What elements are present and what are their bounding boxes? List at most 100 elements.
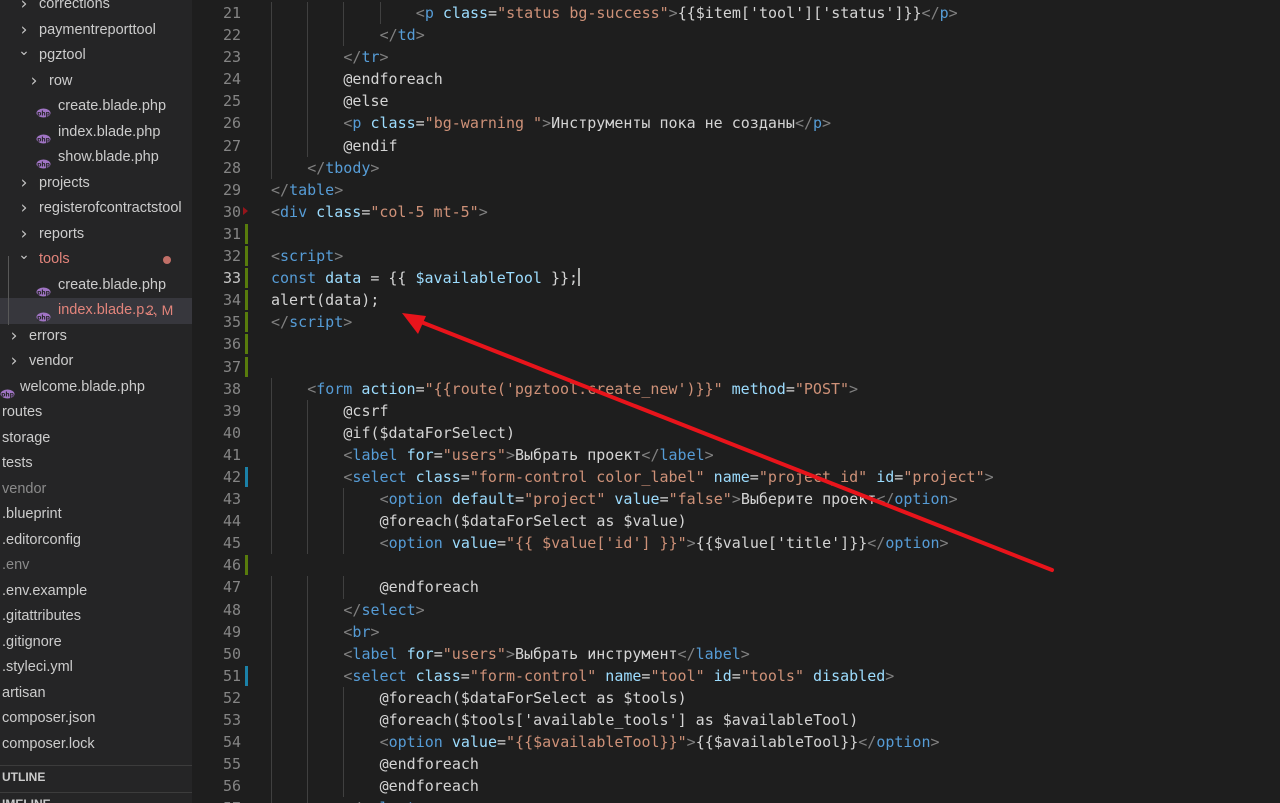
svg-text:php: php [37, 136, 51, 143]
file-item[interactable]: php show.blade.php [0, 145, 192, 171]
file-item[interactable]: routes [0, 400, 192, 426]
line-number: 22 [222, 26, 241, 45]
code-line[interactable]: 46 [192, 554, 1280, 576]
code-line[interactable]: 32 <script> [192, 245, 1280, 267]
code-line[interactable]: 39 @csrf [192, 399, 1280, 422]
code-line[interactable]: 28 </tbody> [192, 156, 1280, 179]
line-number: 50 [222, 644, 241, 663]
folder-item[interactable]: ⌄ pgztool [0, 43, 192, 69]
code-line[interactable]: 24 @endforeach [192, 68, 1280, 91]
code-text: const data = {{ $availableTool }}; [271, 268, 581, 288]
code-line[interactable]: 23 </tr> [192, 46, 1280, 69]
tree-item-label: .gitignore [2, 633, 62, 650]
file-item[interactable]: .styleci.yml [0, 655, 192, 681]
code-line[interactable]: 35 </script> [192, 311, 1280, 333]
timeline-panel-header[interactable]: IMELINE [0, 792, 192, 803]
code-line[interactable]: 47 @endforeach [192, 576, 1280, 599]
line-number: 55 [222, 755, 241, 774]
code-line[interactable]: 36 [192, 333, 1280, 355]
folder-item[interactable]: ⌄ tools [0, 247, 192, 273]
git-gutter-add-marker [245, 290, 248, 311]
code-line[interactable]: 21 <p class="status bg-success">{{$item['… [192, 2, 1280, 25]
indent-guide [271, 620, 272, 643]
outline-panel-header[interactable]: UTLINE [0, 765, 192, 787]
code-line[interactable]: 55 @endforeach [192, 753, 1280, 776]
code-line[interactable]: 50 <label for="users">Выбрать инструмент<… [192, 642, 1280, 665]
code-line[interactable]: 30 <div class="col-5 mt-5"> [192, 201, 1280, 223]
code-line[interactable]: 56 @endforeach [192, 775, 1280, 798]
code-line[interactable]: 27 @endif [192, 134, 1280, 157]
code-line[interactable]: 31 [192, 223, 1280, 245]
chevron-right-icon: › [20, 172, 28, 193]
code-line[interactable]: 34 alert(data); [192, 289, 1280, 311]
code-line[interactable]: 54 <option value="{{$availableTool}}">{{$… [192, 731, 1280, 754]
file-item[interactable]: storage [0, 426, 192, 452]
tree-item-label: storage [2, 429, 51, 446]
file-item[interactable]: .gitignore [0, 630, 192, 656]
indent-guide [307, 642, 309, 665]
code-text: alert(data); [271, 291, 380, 310]
code-line[interactable]: 22 </td> [192, 24, 1280, 47]
folder-item[interactable]: › vendor [0, 349, 192, 375]
code-text: <label for="users">Выбрать проект</label… [343, 445, 714, 464]
file-item[interactable]: .gitattributes [0, 604, 192, 630]
code-line[interactable]: 38 <form action="{{route('pgztool.create_… [192, 377, 1280, 400]
code-line[interactable]: 33 const data = {{ $availableTool }}; [192, 267, 1280, 289]
svg-text:php: php [1, 391, 15, 398]
code-line[interactable]: 44 @foreach($dataForSelect as $value) [192, 510, 1280, 533]
tree-item-label: .styleci.yml [2, 659, 73, 675]
code-line[interactable]: 49 <br> [192, 620, 1280, 643]
file-item[interactable]: .blueprint [0, 502, 192, 528]
code-line[interactable]: 52 @foreach($dataForSelect as $tools) [192, 686, 1280, 709]
code-line[interactable]: 41 <label for="users">Выбрать проект</lab… [192, 443, 1280, 466]
chevron-right-icon: › [30, 70, 38, 91]
code-line[interactable]: 29 </table> [192, 179, 1280, 201]
file-item[interactable]: php index.blade.php [0, 120, 192, 146]
file-item[interactable]: php welcome.blade.php [0, 375, 192, 401]
file-item[interactable]: composer.json [0, 706, 192, 732]
code-line[interactable]: 42 <select class="form-control color_labe… [192, 465, 1280, 489]
file-item[interactable]: php create.blade.php [0, 94, 192, 120]
code-text: <select class="form-control color_label"… [343, 467, 994, 486]
code-line[interactable]: 43 <option default="project" value="false… [192, 488, 1280, 511]
file-item[interactable]: php index.blade.p... 2, M [0, 298, 192, 324]
indent-guide [307, 399, 309, 422]
file-item[interactable]: .env [0, 553, 192, 579]
file-item[interactable]: .editorconfig [0, 528, 192, 554]
folder-item[interactable]: › row [0, 69, 192, 95]
indent-guide [271, 156, 272, 179]
code-line[interactable]: 45 <option value="{{ $value['id'] }}">{{$… [192, 532, 1280, 555]
line-number: 41 [222, 445, 241, 464]
indent-guide [271, 709, 272, 732]
folder-item[interactable]: › errors [0, 324, 192, 350]
tree-item-label: show.blade.php [58, 149, 159, 165]
tree-item-label: index.blade.p... [58, 302, 157, 318]
file-item[interactable]: artisan [0, 681, 192, 707]
indent-guide [307, 775, 309, 798]
code-editor[interactable]: 21 <p class="status bg-success">{{$item['… [192, 0, 1280, 803]
file-item[interactable]: composer.lock [0, 732, 192, 758]
code-line[interactable]: 53 @foreach($tools['available_tools'] as … [192, 709, 1280, 732]
file-item[interactable]: .env.example [0, 579, 192, 605]
folder-item[interactable]: › projects [0, 171, 192, 197]
indent-guide [307, 24, 309, 47]
code-line[interactable]: 51 <select class="form-control" name="too… [192, 664, 1280, 687]
code-line[interactable]: 26 <p class="bg-warning ">Инструменты пок… [192, 112, 1280, 135]
code-line[interactable]: 40 @if($dataForSelect) [192, 421, 1280, 444]
code-line[interactable]: 57 </select> [192, 797, 1280, 803]
line-number: 42 [222, 467, 241, 486]
code-line[interactable]: 48 </select> [192, 598, 1280, 621]
folder-item[interactable]: › corrections [0, 0, 192, 18]
folder-item[interactable]: › registerofcontractstool [0, 196, 192, 222]
code-text: <option default="project" value="false">… [379, 490, 958, 509]
indent-guide [343, 686, 345, 709]
text-cursor [578, 268, 581, 287]
code-line[interactable]: 37 [192, 356, 1280, 378]
file-item[interactable]: tests [0, 451, 192, 477]
code-line[interactable]: 25 @else [192, 90, 1280, 113]
code-text: </tr> [343, 48, 389, 67]
file-item[interactable]: php create.blade.php [0, 273, 192, 299]
line-number: 47 [222, 578, 241, 597]
file-item[interactable]: vendor [0, 477, 192, 503]
tree-item-label: row [49, 72, 73, 89]
